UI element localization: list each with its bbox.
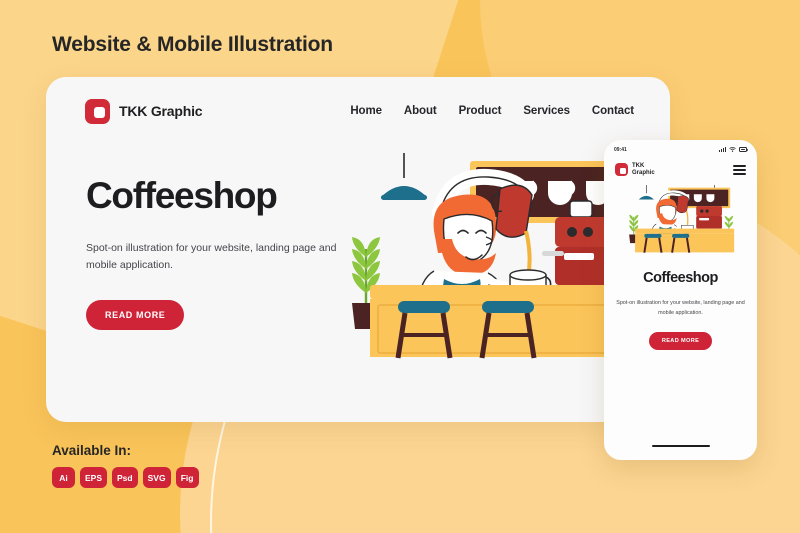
phone-status-bar: 09:41 [604, 140, 757, 159]
nav-item-contact[interactable]: Contact [592, 105, 634, 117]
desktop-brand-label: TKK Graphic [119, 103, 203, 119]
pendant-lamp-left-icon [381, 153, 427, 200]
phone-hero-title: Coffeeshop [643, 270, 718, 287]
signal-icon [719, 147, 726, 152]
phone-coffeeshop-illustration [618, 185, 744, 257]
rounded-square-logo-icon [85, 98, 110, 124]
phone-hero-subtitle: Spot-on illustration for your website, l… [616, 300, 745, 316]
page-title: Website & Mobile Illustration [52, 33, 333, 56]
format-badge-ai[interactable]: Ai [52, 467, 75, 488]
format-badge-svg[interactable]: SVG [142, 467, 171, 488]
hamburger-menu-icon[interactable] [733, 164, 746, 175]
phone-hero: Coffeeshop Spot-on illustration for your… [604, 270, 757, 350]
phone-brand-line1: TKK [632, 163, 645, 169]
desktop-nav-links: Home About Product Services Contact [350, 105, 634, 117]
wifi-icon [729, 147, 736, 152]
nav-item-services[interactable]: Services [523, 105, 570, 117]
format-badge-psd[interactable]: Psd [112, 467, 138, 488]
status-bar-time: 09:41 [614, 146, 627, 153]
format-badge-eps[interactable]: EPS [80, 467, 108, 488]
battery-icon [739, 147, 748, 152]
hero-title: Coffeeshop [86, 175, 278, 216]
phone-navbar: TKK Graphic [604, 159, 757, 177]
status-bar-icons [719, 147, 748, 152]
phone-mockup: 09:41 TKK Graphic Coffeeshop Spot-on ill… [604, 140, 757, 460]
format-badge-fig[interactable]: Fig [175, 467, 199, 488]
phone-read-more-button[interactable]: READ MORE [648, 331, 713, 350]
phone-brand-line2: Graphic [632, 169, 655, 176]
desktop-hero-text: Coffeeshop Spot-on illustration for your… [86, 177, 346, 330]
desktop-mockup-card: TKK Graphic Home About Product Services … [46, 77, 670, 422]
available-title: Available In: [52, 443, 132, 458]
nav-item-product[interactable]: Product [459, 105, 502, 117]
available-formats-section: Available In: Ai EPS Psd SVG Fig [52, 443, 199, 488]
nav-item-about[interactable]: About [404, 105, 437, 117]
nav-item-home[interactable]: Home [350, 105, 382, 117]
desktop-brand[interactable]: TKK Graphic [85, 98, 203, 124]
phone-brand-label: TKK Graphic [632, 163, 655, 176]
rounded-square-logo-icon [615, 163, 628, 177]
read-more-button[interactable]: READ MORE [86, 300, 185, 330]
phone-brand[interactable]: TKK Graphic [615, 163, 655, 177]
hero-subtitle: Spot-on illustration for your website, l… [86, 242, 337, 271]
available-format-list: Ai EPS Psd SVG Fig [52, 467, 199, 488]
phone-home-indicator[interactable] [651, 444, 710, 447]
desktop-navbar: TKK Graphic Home About Product Services … [46, 77, 670, 145]
